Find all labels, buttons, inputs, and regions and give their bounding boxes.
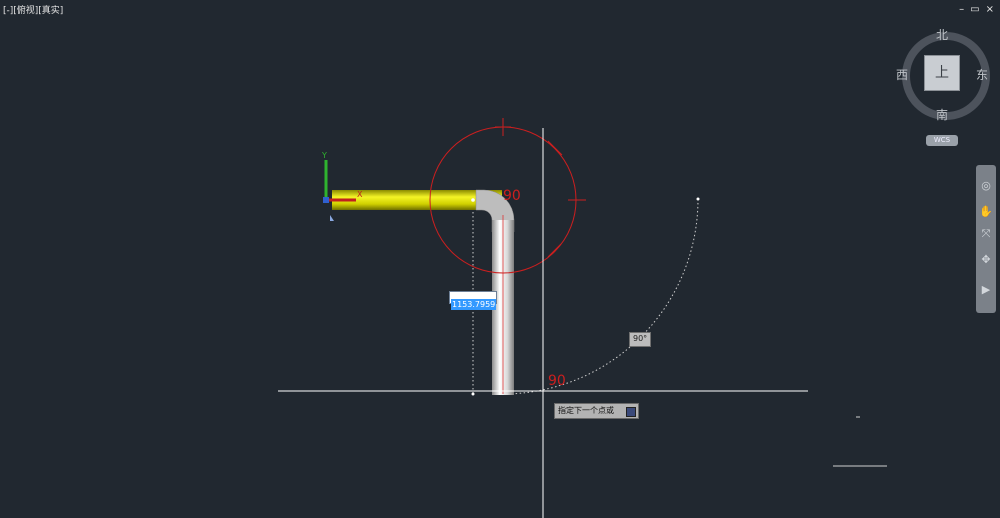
svg-text:Y: Y <box>321 151 327 160</box>
wcs-menu[interactable]: WCS <box>926 135 958 146</box>
drawing-canvas[interactable]: 90 90 Y X <box>0 0 1000 518</box>
dropdown-arrow-icon[interactable] <box>626 407 636 417</box>
prompt-text: 指定下一个点或 <box>558 406 614 415</box>
arc-label: 90 <box>503 188 521 204</box>
navigation-bar: ◎ ✋ ⤧ ✥ ▶ <box>976 165 996 313</box>
showmotion-icon[interactable]: ▶ <box>979 283 993 297</box>
tracking-point <box>471 392 475 396</box>
viewcube[interactable]: 上 北 南 东 西 <box>896 26 990 123</box>
compass-south[interactable]: 南 <box>936 106 948 123</box>
zoom-extents-icon[interactable]: ⤧ <box>979 227 993 241</box>
dimension-input-field[interactable]: 1153.7959 <box>449 291 497 310</box>
command-prompt-tooltip[interactable]: 指定下一个点或 <box>554 403 639 419</box>
circle-tick-se <box>547 243 562 258</box>
angle-arc <box>502 198 699 395</box>
angle-label: 90 <box>548 373 566 389</box>
compass-west[interactable]: 西 <box>896 66 908 83</box>
arc-end-point <box>696 197 700 201</box>
orbit-icon[interactable]: ✥ <box>979 253 993 267</box>
compass-east[interactable]: 东 <box>976 66 988 83</box>
circle-tick-ne <box>547 140 563 156</box>
ucs-icon: Y X <box>321 151 363 221</box>
pan-icon[interactable]: ✋ <box>979 205 993 219</box>
grip-point[interactable] <box>471 198 475 202</box>
compass-north[interactable]: 北 <box>936 26 948 43</box>
svg-text:X: X <box>357 190 363 199</box>
viewcube-top-face[interactable]: 上 <box>924 55 960 91</box>
angle-tooltip: 90° <box>629 332 652 347</box>
steering-wheel-icon[interactable]: ◎ <box>979 179 993 193</box>
dimension-input-value[interactable]: 1153.7959 <box>451 299 497 310</box>
